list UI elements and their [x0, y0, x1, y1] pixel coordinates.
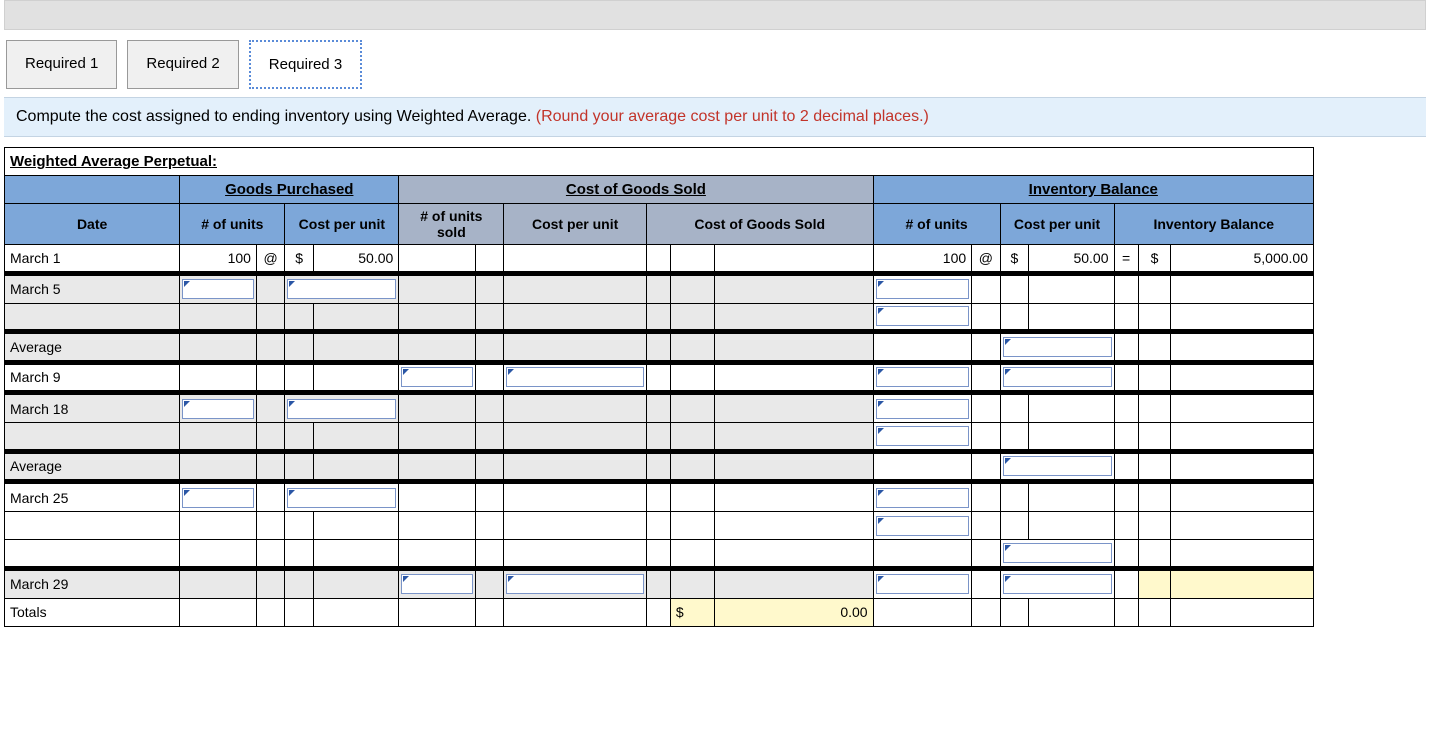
- row-march-29: March 29: [5, 570, 1314, 598]
- row-march-25: March 25: [5, 484, 1314, 512]
- input-ib-units[interactable]: [876, 574, 970, 594]
- cell-ib-sym: $: [1000, 245, 1028, 273]
- cell-date: Average: [5, 334, 180, 362]
- input-ib-cpu[interactable]: [1003, 543, 1112, 563]
- input-gp-cpu[interactable]: [287, 399, 396, 419]
- cell-ib-cpu: 50.00: [1029, 245, 1114, 273]
- input-gp-cpu[interactable]: [287, 488, 396, 508]
- cell-date: March 5: [5, 275, 180, 303]
- col-gp-units: # of units: [180, 204, 285, 245]
- row-march-18: March 18: [5, 395, 1314, 423]
- input-ib-units[interactable]: [876, 488, 970, 508]
- cell-ib-bal: 5,000.00: [1171, 245, 1314, 273]
- cell-gp-at: @: [256, 245, 284, 273]
- row-totals: Totals $ 0.00: [5, 598, 1314, 626]
- input-ib-cpu[interactable]: [1003, 574, 1112, 594]
- instruction-text: Compute the cost assigned to ending inve…: [16, 108, 536, 125]
- cell-ib-eq: =: [1114, 245, 1138, 273]
- col-cogs-units: # of units sold: [399, 204, 504, 245]
- tab-required-2[interactable]: Required 2: [127, 40, 238, 89]
- input-gp-units[interactable]: [182, 279, 254, 299]
- cell-date: Totals: [5, 598, 180, 626]
- input-ib-cpu[interactable]: [1003, 337, 1112, 357]
- input-gp-cpu[interactable]: [287, 279, 396, 299]
- table-title: Weighted Average Perpetual:: [5, 148, 1314, 176]
- row-blank-3: [5, 512, 1314, 540]
- input-gp-units[interactable]: [182, 488, 254, 508]
- cell-ib-sym2: $: [1138, 245, 1171, 273]
- group-cogs: Cost of Goods Sold: [399, 176, 873, 204]
- group-inventory-balance: Inventory Balance: [873, 176, 1313, 204]
- cell-ib-at: @: [972, 245, 1000, 273]
- input-ib-cpu[interactable]: [1003, 456, 1112, 476]
- cell-cogs-sym: $: [670, 598, 714, 626]
- cell-gp-sym: $: [285, 245, 313, 273]
- cell-date: March 18: [5, 395, 180, 423]
- instruction-note: (Round your average cost per unit to 2 d…: [536, 108, 929, 125]
- tab-required-3[interactable]: Required 3: [249, 40, 362, 89]
- group-goods-purchased: Goods Purchased: [180, 176, 399, 204]
- row-march-5: March 5: [5, 275, 1314, 303]
- col-gp-cpu: Cost per unit: [285, 204, 399, 245]
- cell-date: March 1: [5, 245, 180, 273]
- cell-date: March 25: [5, 484, 180, 512]
- row-blank-2: [5, 423, 1314, 451]
- col-ib-cpu: Cost per unit: [1000, 204, 1114, 245]
- col-cogs-cpu: Cost per unit: [504, 204, 646, 245]
- col-cogs: Cost of Goods Sold: [646, 204, 873, 245]
- input-cogs-cpu[interactable]: [506, 367, 643, 387]
- tab-required-1[interactable]: Required 1: [6, 40, 117, 89]
- input-ib-units[interactable]: [876, 399, 970, 419]
- input-ib-units[interactable]: [876, 516, 970, 536]
- cell-cogs-total: 0.00: [714, 598, 873, 626]
- col-date: Date: [5, 204, 180, 245]
- tabs: Required 1 Required 2 Required 3: [0, 40, 1430, 89]
- cell-ib-units: 100: [873, 245, 972, 273]
- input-gp-units[interactable]: [182, 399, 254, 419]
- input-ib-units[interactable]: [876, 279, 970, 299]
- row-march-1: March 1 100 @ $ 50.00 100 @ $ 50.00 = $ …: [5, 245, 1314, 273]
- cell-date: March 29: [5, 570, 180, 598]
- input-cogs-units[interactable]: [401, 367, 473, 387]
- inventory-table: Weighted Average Perpetual: Goods Purcha…: [4, 147, 1314, 627]
- input-ib-cpu[interactable]: [1003, 367, 1112, 387]
- col-date-spacer: [5, 176, 180, 204]
- row-blank-4: [5, 540, 1314, 568]
- cell-date: Average: [5, 453, 180, 481]
- cell-date: March 9: [5, 364, 180, 392]
- col-ib-units: # of units: [873, 204, 1000, 245]
- top-bar: [4, 0, 1426, 30]
- row-march-9: March 9: [5, 364, 1314, 392]
- cell-gp-cpu: 50.00: [313, 245, 398, 273]
- input-cogs-units[interactable]: [401, 574, 473, 594]
- row-average-2: Average: [5, 453, 1314, 481]
- cell-gp-units: 100: [180, 245, 257, 273]
- row-average-1: Average: [5, 334, 1314, 362]
- input-ib-units[interactable]: [876, 426, 970, 446]
- input-ib-units[interactable]: [876, 306, 970, 326]
- input-ib-units[interactable]: [876, 367, 970, 387]
- col-ib: Inventory Balance: [1114, 204, 1313, 245]
- input-cogs-cpu[interactable]: [506, 574, 643, 594]
- row-blank-1: [5, 303, 1314, 331]
- instruction-bar: Compute the cost assigned to ending inve…: [4, 97, 1426, 137]
